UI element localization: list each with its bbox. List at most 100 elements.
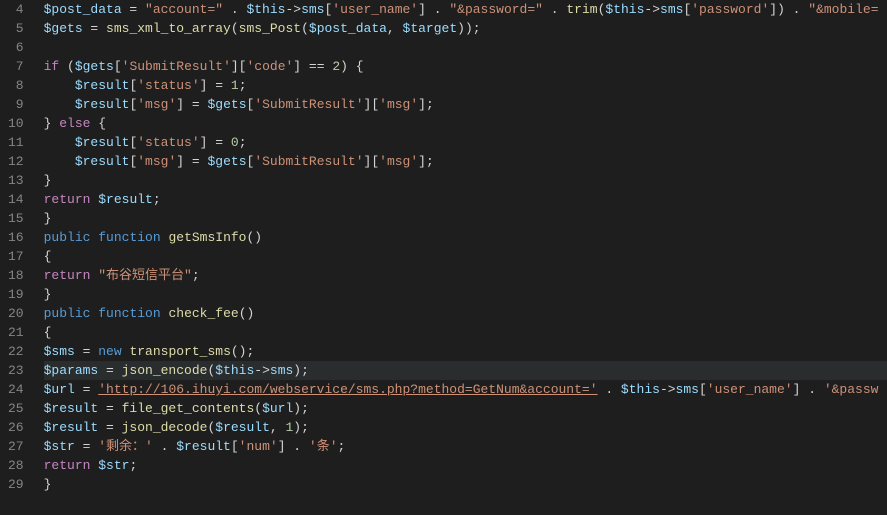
token: . [543, 2, 566, 17]
code-line[interactable]: $result['msg'] = $gets['SubmitResult']['… [44, 95, 887, 114]
token: transport_sms [129, 344, 230, 359]
token: ; [239, 135, 247, 150]
token: sms_xml_to_array [106, 21, 231, 36]
token: "布谷短信平台" [98, 268, 192, 283]
line-number: 4 [8, 0, 24, 19]
token: } [44, 287, 52, 302]
token: 'status' [137, 135, 199, 150]
token: ] = [200, 135, 231, 150]
code-line[interactable]: $sms = new transport_sms(); [44, 342, 887, 361]
code-line[interactable]: { [44, 247, 887, 266]
token: 0 [231, 135, 239, 150]
line-number: 18 [8, 266, 24, 285]
line-number: 13 [8, 171, 24, 190]
code-line[interactable]: $result['msg'] = $gets['SubmitResult']['… [44, 152, 887, 171]
line-number: 12 [8, 152, 24, 171]
token: ]) . [769, 2, 808, 17]
code-editor[interactable]: 4567891011121314151617181920212223242526… [0, 0, 887, 515]
token: 'SubmitResult' [122, 59, 231, 74]
code-line[interactable]: return $result; [44, 190, 887, 209]
token: sms [660, 2, 683, 17]
token: $str [98, 458, 129, 473]
code-line[interactable]: } [44, 285, 887, 304]
token: 'http://106.ihuyi.com/webservice/sms.php… [98, 382, 597, 397]
line-number: 8 [8, 76, 24, 95]
code-content[interactable]: $post_data = "account=" . $this->sms['us… [36, 0, 887, 515]
token: = [122, 2, 145, 17]
token: ]; [418, 97, 434, 112]
token: = [98, 420, 121, 435]
code-line[interactable]: { [44, 323, 887, 342]
token: $result [75, 154, 130, 169]
token: $result [176, 439, 231, 454]
token: '&passw [824, 382, 879, 397]
code-line[interactable] [44, 38, 887, 57]
line-number: 27 [8, 437, 24, 456]
token: ] = [176, 97, 207, 112]
token: = [75, 382, 98, 397]
token: . [153, 439, 176, 454]
token: $this [215, 363, 254, 378]
code-line[interactable]: $params = json_encode($this->sms); [44, 361, 887, 380]
token: 'code' [246, 59, 293, 74]
token: $post_data [309, 21, 387, 36]
code-line[interactable]: } [44, 209, 887, 228]
line-number: 22 [8, 342, 24, 361]
code-line[interactable]: public function getSmsInfo() [44, 228, 887, 247]
token: ( [254, 401, 262, 416]
code-line[interactable]: $gets = sms_xml_to_array(sms_Post($post_… [44, 19, 887, 38]
token: ; [239, 78, 247, 93]
line-number: 5 [8, 19, 24, 38]
code-line[interactable]: } [44, 475, 887, 494]
token: 'msg' [137, 97, 176, 112]
code-line[interactable]: $result = file_get_contents($url); [44, 399, 887, 418]
code-line[interactable]: $url = 'http://106.ihuyi.com/webservice/… [44, 380, 887, 399]
token: , [270, 420, 286, 435]
token: ] [418, 2, 426, 17]
code-line[interactable]: $str = '剩余：' . $result['num'] . '条'; [44, 437, 887, 456]
line-number-gutter: 4567891011121314151617181920212223242526… [0, 0, 36, 515]
token: sms [270, 363, 293, 378]
token: $result [44, 420, 99, 435]
code-line[interactable]: if ($gets['SubmitResult']['code'] == 2) … [44, 57, 887, 76]
code-line[interactable]: return "布谷短信平台"; [44, 266, 887, 285]
token: getSmsInfo [168, 230, 246, 245]
token: return [44, 268, 91, 283]
token: ( [59, 59, 75, 74]
token: $result [44, 401, 99, 416]
token: 'password' [691, 2, 769, 17]
line-number: 21 [8, 323, 24, 342]
code-line[interactable]: $result = json_decode($result, 1); [44, 418, 887, 437]
code-line[interactable]: return $str; [44, 456, 887, 475]
token: -> [660, 382, 676, 397]
line-number: 20 [8, 304, 24, 323]
code-line[interactable]: $result['status'] = 1; [44, 76, 887, 95]
token: . [223, 2, 246, 17]
token: , [387, 21, 403, 36]
token: { [44, 249, 52, 264]
line-number: 9 [8, 95, 24, 114]
token: $sms [44, 344, 75, 359]
code-line[interactable]: $result['status'] = 0; [44, 133, 887, 152]
token: 'SubmitResult' [254, 154, 363, 169]
token: function [98, 230, 160, 245]
token: new [98, 344, 121, 359]
token: 2 [332, 59, 340, 74]
token: return [44, 192, 91, 207]
line-number: 11 [8, 133, 24, 152]
code-line[interactable]: $post_data = "account=" . $this->sms['us… [44, 0, 887, 19]
code-line[interactable]: } [44, 171, 887, 190]
code-line[interactable]: public function check_fee() [44, 304, 887, 323]
line-number: 24 [8, 380, 24, 399]
token: 'msg' [379, 154, 418, 169]
token: ] . [278, 439, 309, 454]
token: 'SubmitResult' [254, 97, 363, 112]
token: public [44, 230, 91, 245]
token: trim [566, 2, 597, 17]
token: $params [44, 363, 99, 378]
token: return [44, 458, 91, 473]
token: = [75, 439, 98, 454]
token: $result [75, 97, 130, 112]
code-line[interactable]: } else { [44, 114, 887, 133]
token: $result [75, 78, 130, 93]
